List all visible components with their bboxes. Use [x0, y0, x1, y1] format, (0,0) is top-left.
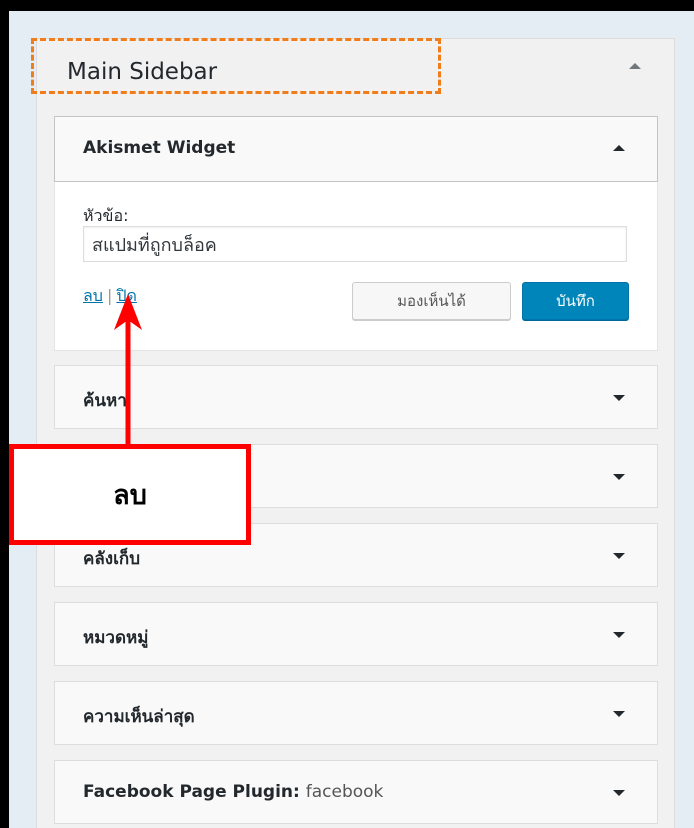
widget-title: คลังเก็บ: [83, 549, 140, 569]
widget-title: ค้นหา: [83, 391, 127, 411]
caret-up-icon[interactable]: [613, 145, 625, 151]
widget-recent-comments: ความเห็นล่าสุด: [54, 681, 658, 745]
widgets-screen: Main Sidebar Akismet Widget หัวข้อ: ลบ|ป…: [9, 11, 694, 828]
caret-down-icon[interactable]: [613, 395, 625, 401]
widget-control-links: ลบ | ปิด: [83, 284, 137, 309]
widget-title: Facebook Page Plugin: facebook: [83, 782, 383, 802]
widget-title: Akismet Widget: [83, 138, 236, 158]
title-input[interactable]: [83, 226, 627, 262]
link-separator: |: [106, 286, 113, 305]
widget-header[interactable]: ค้นหา: [55, 366, 657, 428]
widget-search: ค้นหา: [54, 365, 658, 429]
caret-down-icon[interactable]: [613, 632, 625, 638]
widget-title: ความเห็นล่าสุด: [83, 707, 195, 727]
main-sidebar-area: Main Sidebar Akismet Widget หัวข้อ: ลบ|ป…: [36, 38, 675, 828]
callout-box: ลบ: [9, 444, 251, 545]
widget-header[interactable]: Akismet Widget: [54, 116, 658, 182]
widget-header[interactable]: ความเห็นล่าสุด: [55, 682, 657, 744]
save-button[interactable]: บันทึก: [522, 282, 629, 320]
widget-form: หัวข้อ: ลบ|ปิด มองเห็นได้ บันทึก: [55, 182, 657, 350]
caret-down-icon[interactable]: [613, 474, 625, 480]
visibility-button[interactable]: มองเห็นได้: [352, 282, 511, 320]
widget-header[interactable]: Facebook Page Plugin: facebook: [55, 761, 657, 823]
widget-title-sub: facebook: [305, 782, 384, 802]
akismet-widget: Akismet Widget หัวข้อ: ลบ|ปิด มองเห็นได้…: [54, 116, 658, 351]
caret-down-icon[interactable]: [613, 711, 625, 717]
caret-down-icon[interactable]: [613, 790, 625, 796]
widget-title-main: Facebook Page Plugin:: [83, 782, 300, 802]
delete-link[interactable]: ลบ: [83, 286, 103, 305]
widget-categories: หมวดหมู่: [54, 602, 658, 666]
caret-up-icon[interactable]: [629, 63, 641, 69]
widget-facebook-page: Facebook Page Plugin: facebook: [54, 760, 658, 824]
sidebar-area-title[interactable]: Main Sidebar: [67, 59, 217, 85]
widget-header[interactable]: หมวดหมู่: [55, 603, 657, 665]
close-link[interactable]: ปิด: [116, 286, 137, 305]
caret-down-icon[interactable]: [613, 553, 625, 559]
widget-title: หมวดหมู่: [83, 628, 149, 648]
